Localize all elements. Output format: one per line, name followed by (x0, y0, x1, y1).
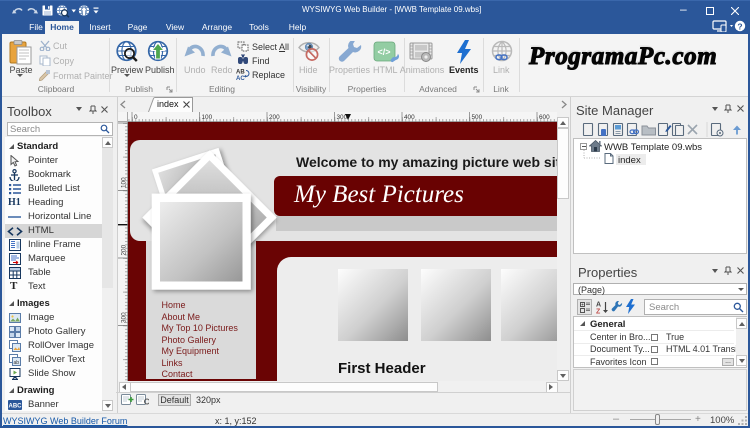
svg-text:?: ? (737, 21, 742, 31)
svg-text:AB: AB (236, 70, 245, 76)
svg-text:400: 400 (404, 114, 415, 121)
svg-text:</>: </> (377, 47, 390, 57)
svg-text:100: 100 (121, 177, 128, 188)
svg-text:100: 100 (202, 114, 213, 121)
svg-text:A: A (596, 302, 601, 309)
svg-text:600: 600 (539, 114, 550, 121)
svg-text:200: 200 (121, 244, 128, 255)
svg-text:AC: AC (236, 76, 245, 80)
svg-text:300: 300 (121, 312, 128, 323)
svg-text:ABC: ABC (9, 404, 23, 410)
svg-text:500: 500 (472, 114, 483, 121)
svg-text:Z: Z (596, 309, 601, 315)
svg-text:200: 200 (269, 114, 280, 121)
svg-text:ab: ab (14, 360, 20, 366)
svg-text:0: 0 (134, 114, 138, 121)
